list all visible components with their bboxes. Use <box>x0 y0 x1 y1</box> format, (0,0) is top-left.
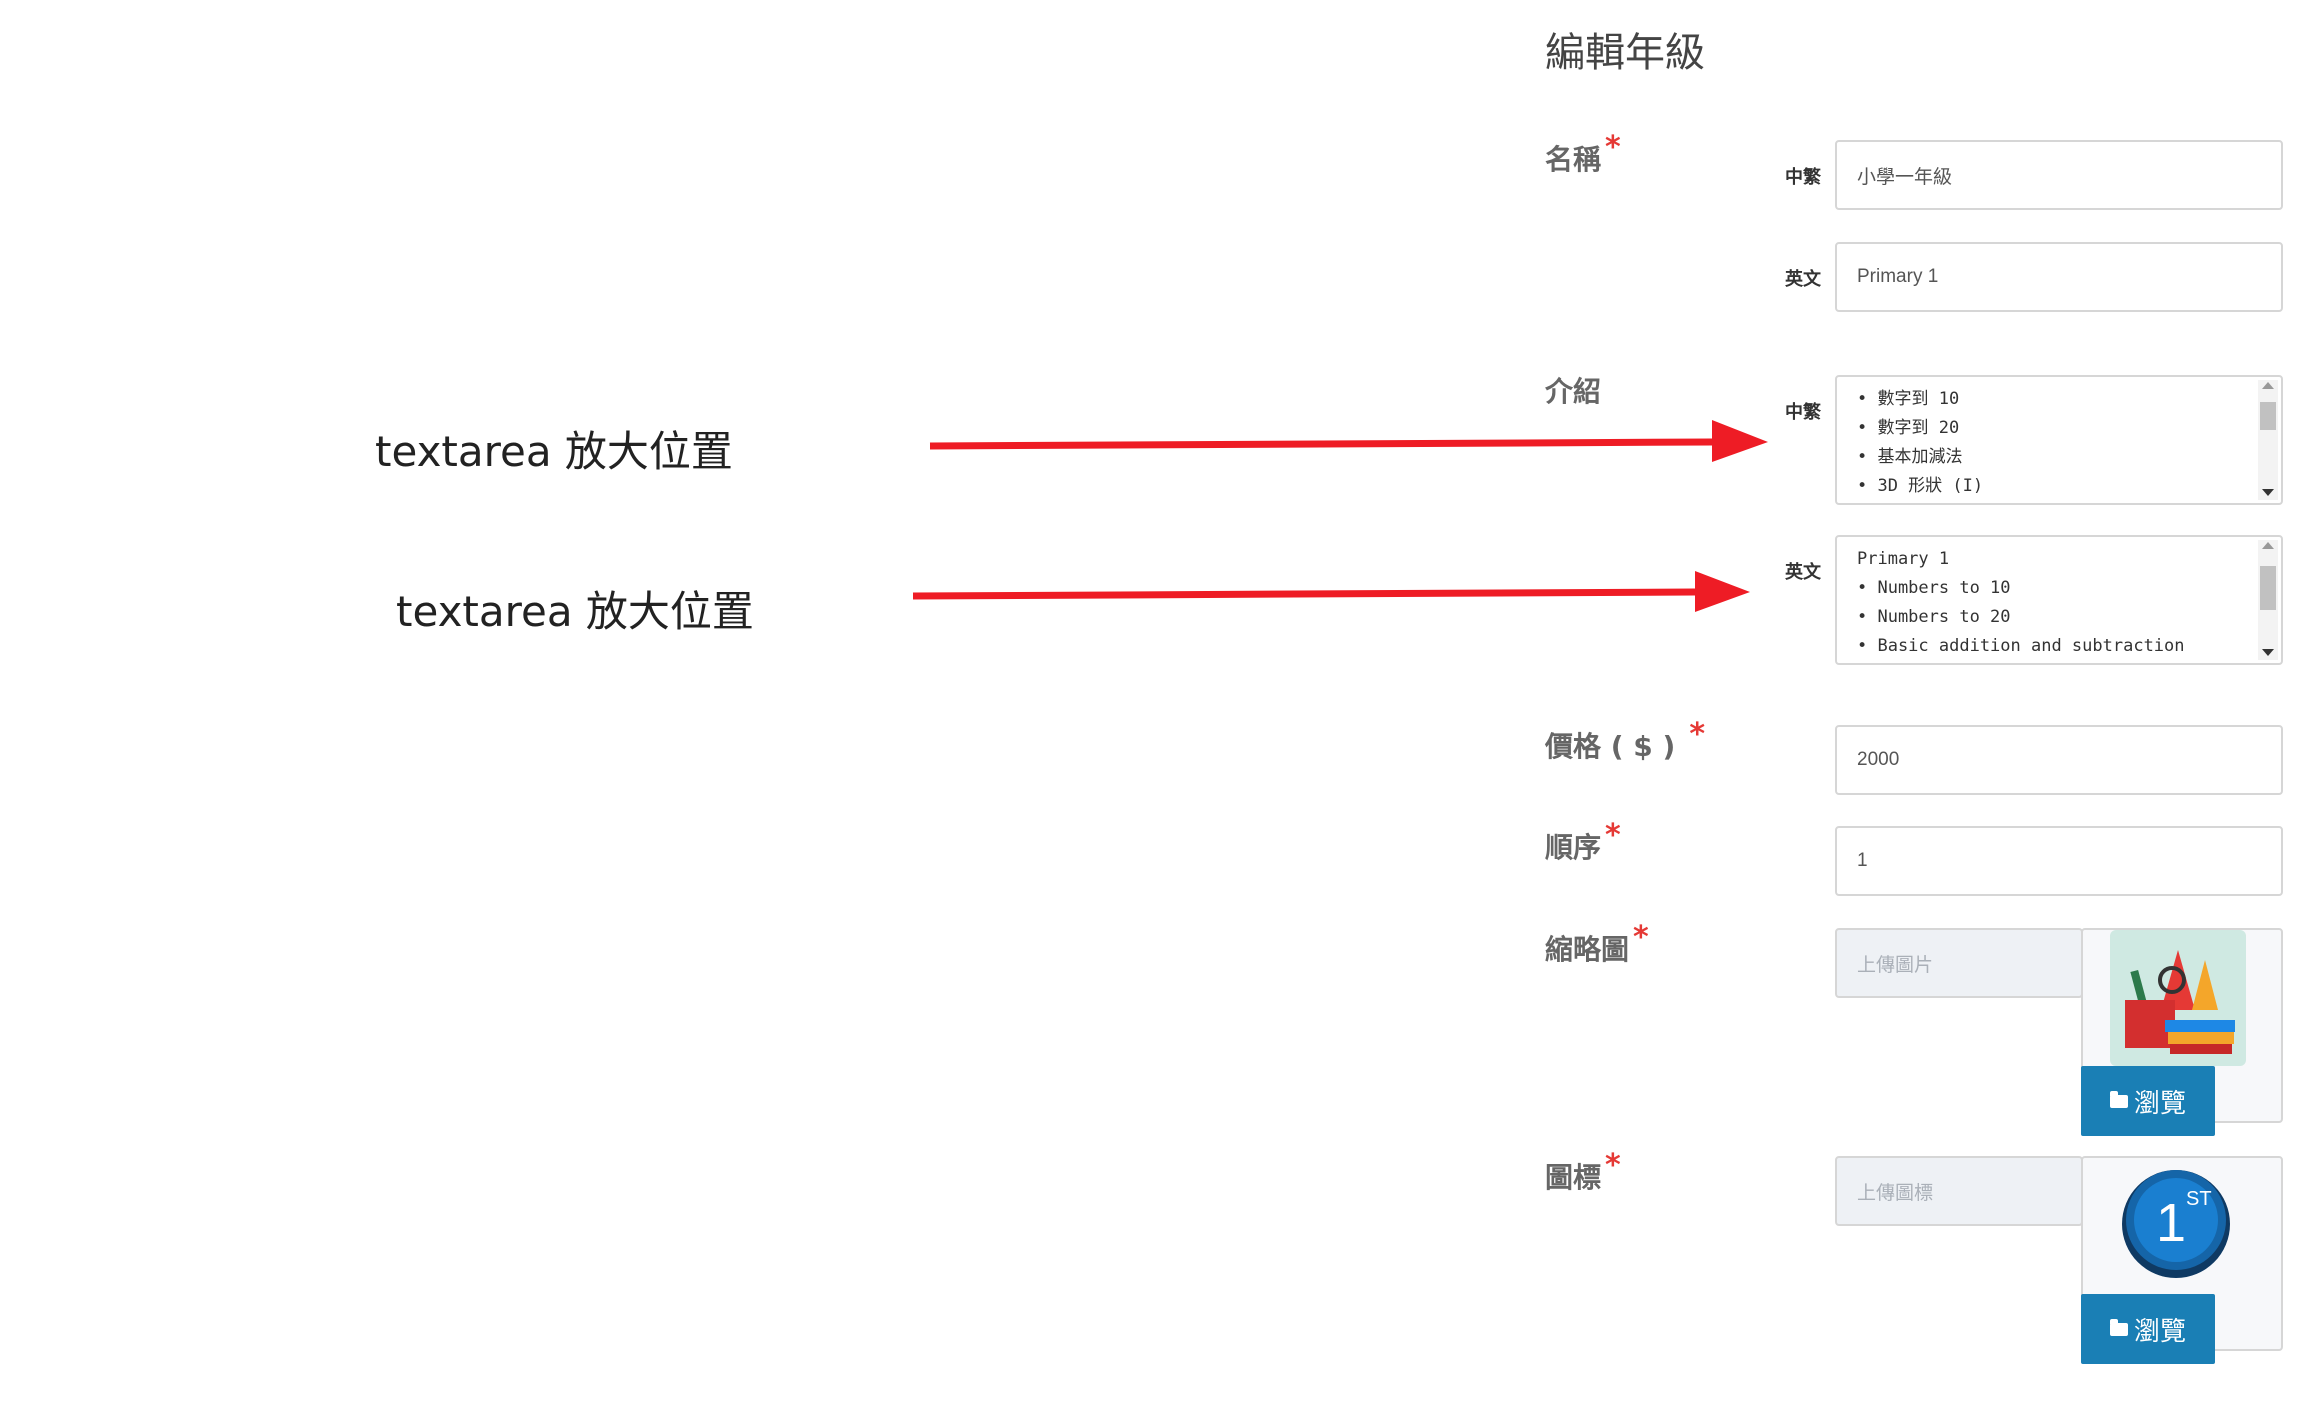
annotation-arrows <box>912 420 1768 612</box>
annotation-arrow <box>929 420 1768 462</box>
annotation-arrow <box>912 571 1750 612</box>
